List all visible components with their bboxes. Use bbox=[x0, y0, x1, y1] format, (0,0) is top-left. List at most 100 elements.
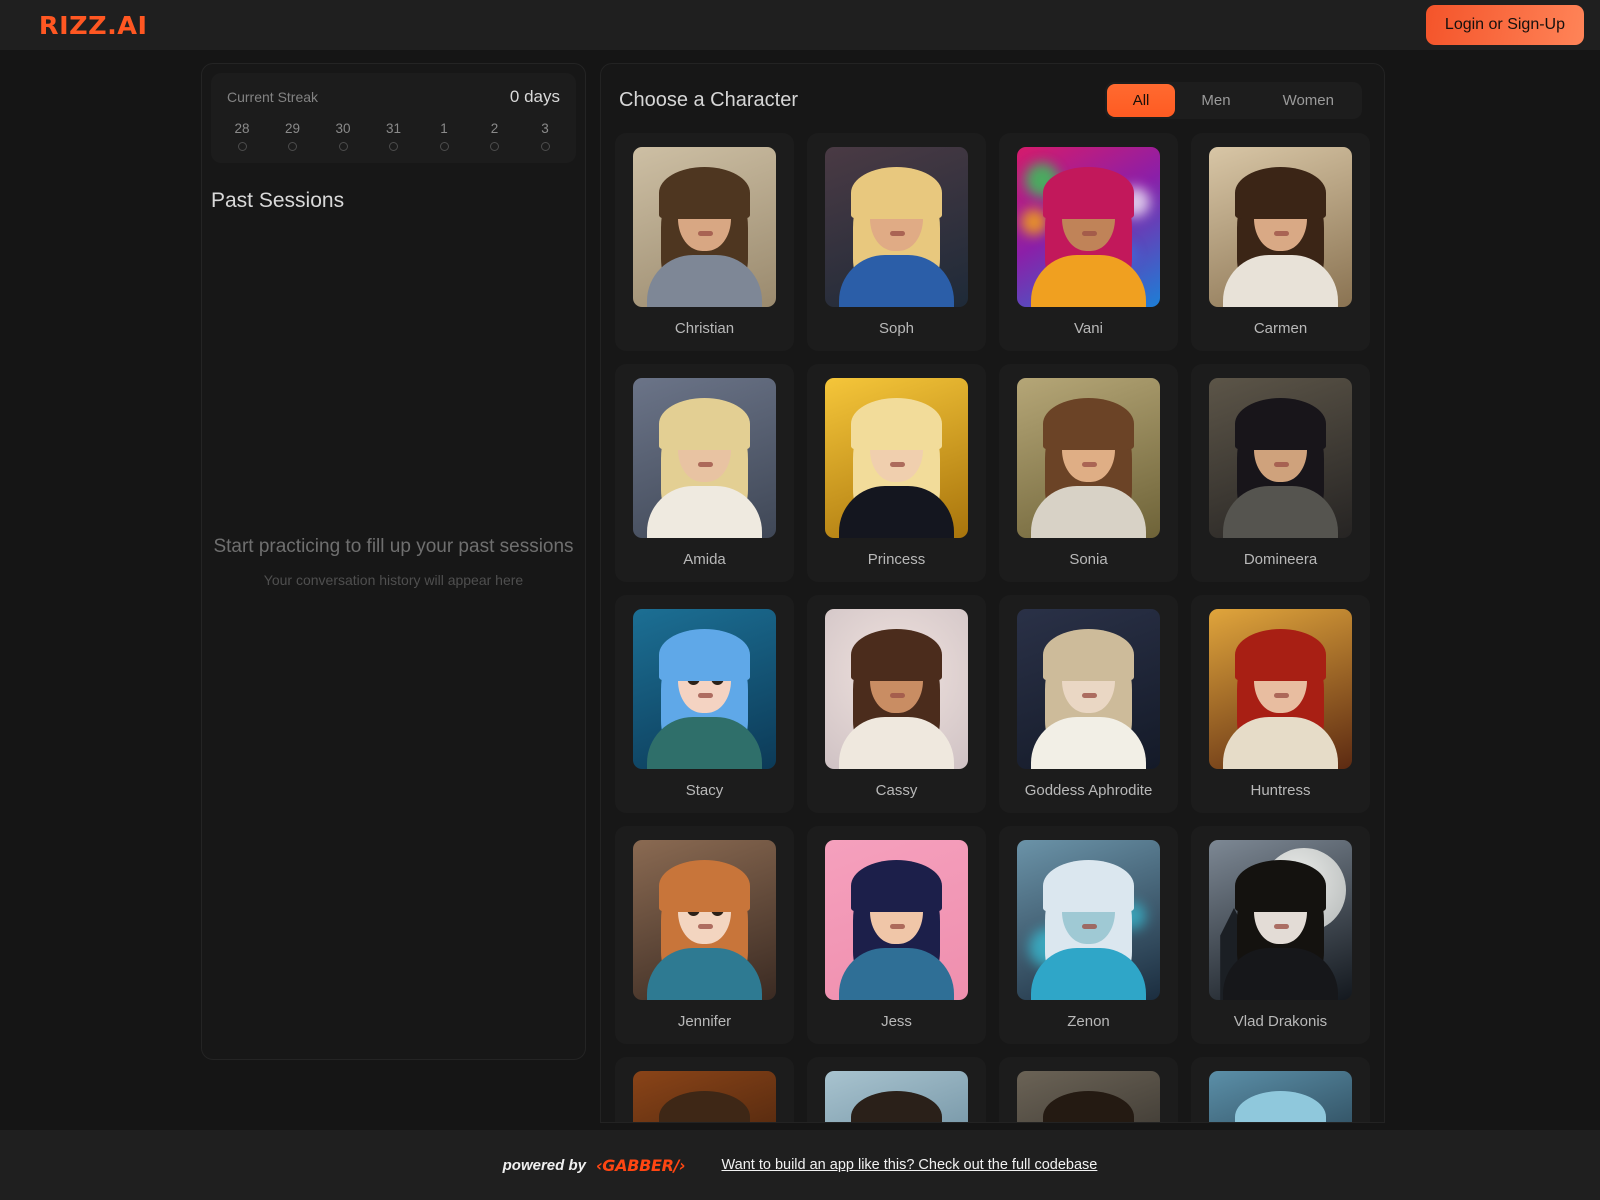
streak-day-dot bbox=[338, 142, 348, 151]
character-card[interactable]: Domineera bbox=[1191, 364, 1370, 582]
streak-day-dot bbox=[540, 142, 550, 151]
character-portrait bbox=[1209, 378, 1352, 538]
empty-state-subtitle: Your conversation history will appear he… bbox=[263, 571, 524, 588]
character-selection-panel: Choose a Character All Men Women Christian… bbox=[600, 63, 1385, 1123]
sidebar-panel: Current Streak 0 days 28 29 30 31 1 2 3 Past S… bbox=[201, 63, 586, 1060]
streak-day: 1 bbox=[429, 121, 459, 151]
filter-women[interactable]: Women bbox=[1257, 84, 1360, 117]
streak-label: Current Streak bbox=[227, 89, 319, 105]
character-card[interactable]: Jess bbox=[807, 826, 986, 1044]
current-streak-card: Current Streak 0 days 28 29 30 31 1 2 3 bbox=[211, 73, 576, 163]
empty-state-title: Start practicing to fill up your past se… bbox=[213, 535, 574, 557]
streak-day: 30 bbox=[328, 121, 358, 151]
character-card[interactable] bbox=[999, 1057, 1178, 1122]
streak-value: 0 days bbox=[509, 87, 560, 106]
choose-character-heading: Choose a Character bbox=[619, 89, 798, 111]
character-card[interactable] bbox=[615, 1057, 794, 1122]
character-name: Soph bbox=[878, 320, 915, 337]
streak-day-number: 30 bbox=[335, 121, 351, 136]
streak-day-dot bbox=[288, 142, 297, 151]
character-card[interactable]: Amida bbox=[615, 364, 794, 582]
character-grid: Christian Soph Vani Carmen Amida Princess Soni… bbox=[601, 133, 1384, 1122]
character-panel-header: Choose a Character All Men Women bbox=[601, 64, 1384, 133]
codebase-link[interactable]: Want to build an app like this? Check ou… bbox=[721, 1157, 1097, 1173]
streak-day: 2 bbox=[480, 121, 510, 151]
character-portrait bbox=[633, 378, 776, 538]
powered-by-label: powered by bbox=[502, 1156, 586, 1174]
gabber-logo[interactable]: ‹GABBER/› bbox=[596, 1156, 686, 1175]
character-portrait bbox=[633, 840, 776, 1000]
character-name: Jess bbox=[881, 1013, 912, 1030]
character-portrait bbox=[1017, 378, 1160, 538]
character-portrait bbox=[825, 147, 968, 307]
character-portrait bbox=[825, 1071, 968, 1122]
streak-day-dot bbox=[439, 142, 449, 151]
character-portrait bbox=[1209, 609, 1352, 769]
character-card[interactable]: Sonia bbox=[999, 364, 1178, 582]
character-portrait bbox=[1209, 840, 1352, 1000]
character-portrait bbox=[825, 609, 968, 769]
character-portrait bbox=[1017, 609, 1160, 769]
character-card[interactable]: Vlad Drakonis bbox=[1191, 826, 1370, 1044]
character-name: Domineera bbox=[1243, 551, 1318, 568]
streak-day: 28 bbox=[227, 121, 257, 151]
streak-day-number: 31 bbox=[385, 121, 402, 136]
character-portrait bbox=[633, 1071, 776, 1122]
character-portrait bbox=[1209, 147, 1352, 307]
past-sessions-heading: Past Sessions bbox=[211, 189, 345, 212]
streak-day-number: 28 bbox=[234, 121, 250, 136]
character-card[interactable]: Soph bbox=[807, 133, 986, 351]
character-card[interactable]: Cassy bbox=[807, 595, 986, 813]
character-name: Goddess Aphrodite bbox=[1024, 782, 1153, 799]
streak-day-number: 2 bbox=[490, 121, 499, 136]
character-portrait bbox=[1017, 840, 1160, 1000]
top-navigation-bar: RIZZ.AI Login or Sign-Up bbox=[0, 0, 1600, 50]
character-name: Stacy bbox=[685, 782, 724, 799]
character-card[interactable]: Princess bbox=[807, 364, 986, 582]
character-card[interactable]: Jennifer bbox=[615, 826, 794, 1044]
page-body: Current Streak 0 days 28 29 30 31 1 2 3 Past S… bbox=[0, 50, 1600, 1130]
page-footer: powered by ‹GABBER/› Want to build an ap… bbox=[0, 1130, 1600, 1200]
character-name: Carmen bbox=[1253, 320, 1308, 337]
character-portrait bbox=[1017, 147, 1160, 307]
character-card[interactable]: Stacy bbox=[615, 595, 794, 813]
streak-day-number: 3 bbox=[541, 121, 549, 136]
streak-header: Current Streak 0 days bbox=[227, 87, 560, 107]
character-portrait bbox=[1017, 1071, 1160, 1122]
streak-day: 3 bbox=[530, 121, 560, 151]
login-or-signup-button[interactable]: Login or Sign-Up bbox=[1425, 5, 1584, 45]
app-logo[interactable]: RIZZ.AI bbox=[39, 11, 148, 40]
character-name: Princess bbox=[867, 551, 926, 568]
character-card[interactable]: Vani bbox=[999, 133, 1178, 351]
character-portrait bbox=[825, 378, 968, 538]
character-name: Cassy bbox=[875, 782, 918, 799]
character-name: Zenon bbox=[1067, 1013, 1110, 1030]
powered-by-group: powered by ‹GABBER/› bbox=[503, 1156, 686, 1175]
filter-men[interactable]: Men bbox=[1175, 84, 1256, 117]
character-card[interactable]: Carmen bbox=[1191, 133, 1370, 351]
character-card[interactable]: Huntress bbox=[1191, 595, 1370, 813]
streak-day-list: 28 29 30 31 1 2 3 bbox=[227, 121, 560, 151]
streak-day-number: 1 bbox=[440, 121, 448, 136]
character-name: Huntress bbox=[1250, 782, 1311, 799]
character-name: Vlad Drakonis bbox=[1233, 1013, 1328, 1030]
character-name: Sonia bbox=[1069, 551, 1108, 568]
character-name: Jennifer bbox=[677, 1013, 732, 1030]
character-portrait bbox=[633, 609, 776, 769]
character-portrait bbox=[633, 147, 776, 307]
character-card[interactable]: Zenon bbox=[999, 826, 1178, 1044]
character-card[interactable] bbox=[1191, 1057, 1370, 1122]
character-card[interactable]: Christian bbox=[615, 133, 794, 351]
character-card[interactable] bbox=[807, 1057, 986, 1122]
character-portrait bbox=[825, 840, 968, 1000]
character-name: Amida bbox=[683, 551, 726, 568]
character-name: Christian bbox=[674, 320, 735, 337]
streak-day-dot bbox=[237, 142, 247, 151]
streak-day: 29 bbox=[278, 121, 308, 151]
streak-day-dot bbox=[490, 142, 499, 151]
past-sessions-empty-state: Start practicing to fill up your past se… bbox=[202, 64, 585, 1059]
character-card[interactable]: Goddess Aphrodite bbox=[999, 595, 1178, 813]
character-portrait bbox=[1209, 1071, 1352, 1122]
filter-all[interactable]: All bbox=[1106, 84, 1176, 117]
gender-filter-group: All Men Women bbox=[1104, 82, 1362, 119]
